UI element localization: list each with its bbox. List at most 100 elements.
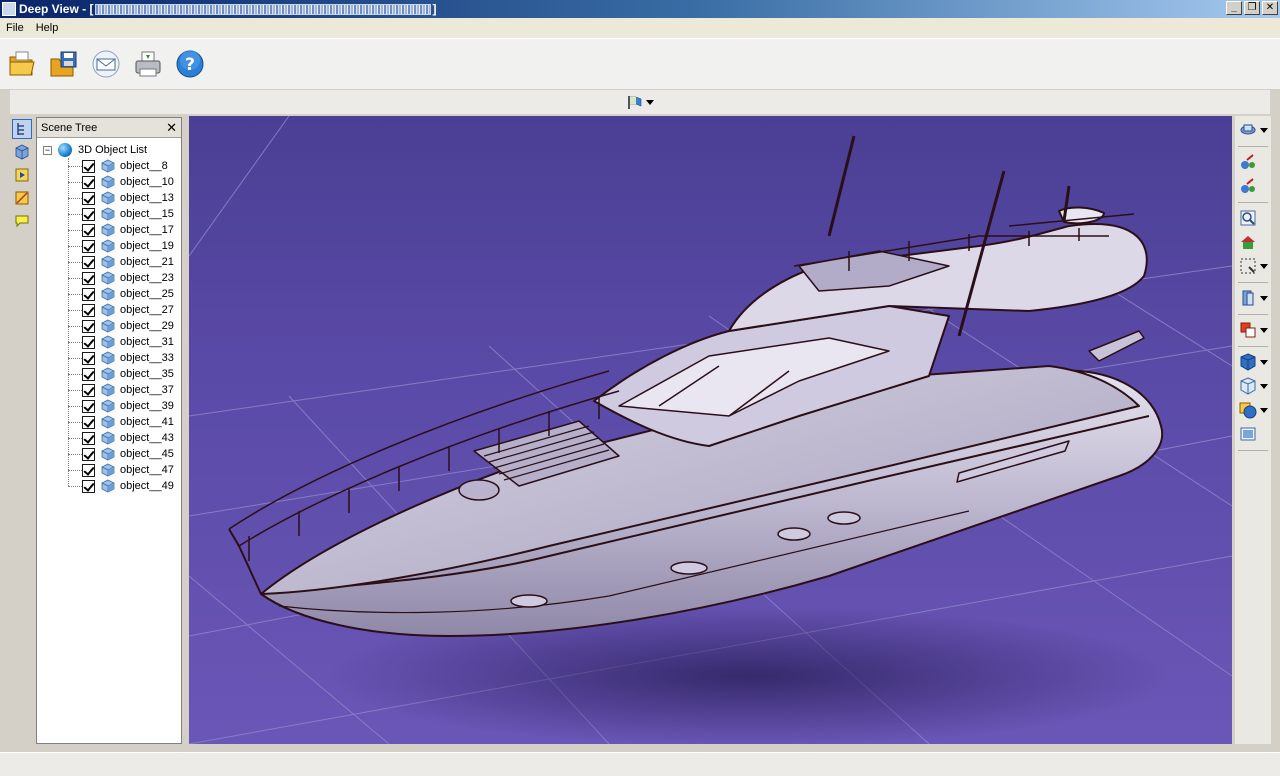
- comment-button[interactable]: [12, 211, 32, 231]
- visibility-checkbox[interactable]: [82, 175, 95, 189]
- zoom-window-button[interactable]: [1239, 256, 1269, 276]
- visibility-checkbox[interactable]: [82, 191, 95, 205]
- visibility-checkbox[interactable]: [82, 271, 95, 285]
- scene-tree-button[interactable]: [12, 119, 32, 139]
- tree-item[interactable]: object__37: [37, 382, 181, 398]
- visibility-checkbox[interactable]: [82, 255, 95, 269]
- tree-root[interactable]: − 3D Object List: [37, 142, 181, 158]
- close-button[interactable]: ✕: [1262, 1, 1278, 15]
- home-icon: [1241, 236, 1255, 249]
- close-icon[interactable]: ✕: [166, 121, 177, 134]
- email-button[interactable]: [90, 48, 122, 80]
- tree-item[interactable]: object__43: [37, 430, 181, 446]
- visibility-checkbox[interactable]: [82, 447, 95, 461]
- chevron-down-icon: [1260, 295, 1268, 301]
- scene-tree-header: Scene Tree ✕: [37, 118, 181, 138]
- tree-item[interactable]: object__17: [37, 222, 181, 238]
- open-button[interactable]: [6, 48, 38, 80]
- menu-help[interactable]: Help: [30, 22, 65, 34]
- wireframe-button[interactable]: [1239, 376, 1269, 396]
- visibility-checkbox[interactable]: [82, 159, 95, 173]
- animation-icon: [15, 168, 29, 182]
- window-title-suffix: ]: [432, 2, 437, 16]
- visibility-checkbox[interactable]: [82, 479, 95, 493]
- cube-icon: [101, 367, 115, 381]
- scene-tree-title: Scene Tree: [41, 121, 98, 134]
- print-button[interactable]: [132, 48, 164, 80]
- tree-item[interactable]: object__39: [37, 398, 181, 414]
- view-options-dropdown[interactable]: [627, 95, 654, 109]
- visibility-checkbox[interactable]: [82, 399, 95, 413]
- tree-item-label: object__15: [120, 208, 174, 220]
- tree-item-label: object__45: [120, 448, 174, 460]
- materials-button[interactable]: [1239, 400, 1269, 420]
- background-button[interactable]: [1239, 424, 1269, 444]
- visibility-checkbox[interactable]: [82, 383, 95, 397]
- cube-icon: [101, 319, 115, 333]
- visibility-checkbox[interactable]: [82, 463, 95, 477]
- section-button[interactable]: [1239, 288, 1269, 308]
- tree-item[interactable]: object__25: [37, 286, 181, 302]
- visibility-checkbox[interactable]: [82, 335, 95, 349]
- tree-item[interactable]: object__27: [37, 302, 181, 318]
- menu-file[interactable]: File: [0, 22, 30, 34]
- title-bar: Deep View - [ ] _ ❐ ✕: [0, 0, 1280, 18]
- scene-tree-icon: [17, 123, 24, 135]
- view-toolbar: [10, 90, 1270, 114]
- 3d-viewport[interactable]: [189, 116, 1232, 744]
- visibility-checkbox[interactable]: [82, 303, 95, 317]
- separator: [1238, 450, 1268, 451]
- pan-button[interactable]: [1239, 152, 1269, 172]
- home-button[interactable]: [1239, 232, 1269, 252]
- tree-item[interactable]: object__33: [37, 350, 181, 366]
- cube-icon: [101, 175, 115, 189]
- tree-item[interactable]: object__47: [37, 462, 181, 478]
- tree-item[interactable]: object__10: [37, 174, 181, 190]
- tree-item[interactable]: object__29: [37, 318, 181, 334]
- yacht-model: [228, 135, 1164, 637]
- cube-icon: [101, 335, 115, 349]
- tree-item[interactable]: object__23: [37, 270, 181, 286]
- visibility-checkbox[interactable]: [82, 415, 95, 429]
- tree-item[interactable]: object__45: [37, 446, 181, 462]
- shaded-button[interactable]: [1239, 352, 1269, 372]
- visibility-checkbox[interactable]: [82, 239, 95, 253]
- restore-button[interactable]: ❐: [1244, 1, 1260, 15]
- objects-button[interactable]: [12, 142, 32, 162]
- tree-item[interactable]: object__49: [37, 478, 181, 494]
- help-button[interactable]: ?: [174, 48, 206, 80]
- minimize-button[interactable]: _: [1226, 1, 1242, 15]
- visibility-checkbox[interactable]: [82, 287, 95, 301]
- collapse-icon[interactable]: −: [43, 145, 52, 155]
- chevron-down-icon: [1260, 359, 1268, 365]
- rotate-button[interactable]: [1239, 120, 1269, 140]
- tree-item[interactable]: object__35: [37, 366, 181, 382]
- cube-icon: [101, 271, 115, 285]
- visibility-checkbox[interactable]: [82, 431, 95, 445]
- visibility-checkbox[interactable]: [82, 367, 95, 381]
- materials-icon: [1239, 402, 1257, 419]
- display-mode-button[interactable]: [1239, 320, 1269, 340]
- visibility-checkbox[interactable]: [82, 207, 95, 221]
- cube-icon: [15, 144, 29, 160]
- cube-icon: [101, 415, 115, 429]
- cube-icon: [101, 399, 115, 413]
- tree-item[interactable]: object__8: [37, 158, 181, 174]
- tree-item[interactable]: object__21: [37, 254, 181, 270]
- obscured-filename: [95, 3, 432, 15]
- fit-button[interactable]: [1239, 208, 1269, 228]
- tree-item[interactable]: object__31: [37, 334, 181, 350]
- tree-item-label: object__27: [120, 304, 174, 316]
- tree-item[interactable]: object__19: [37, 238, 181, 254]
- tree-item[interactable]: object__41: [37, 414, 181, 430]
- visibility-checkbox[interactable]: [82, 351, 95, 365]
- animation-button[interactable]: [12, 165, 32, 185]
- visibility-checkbox[interactable]: [82, 319, 95, 333]
- measure-button[interactable]: [12, 188, 32, 208]
- main-toolbar: ?: [0, 39, 1280, 89]
- tree-item[interactable]: object__13: [37, 190, 181, 206]
- visibility-checkbox[interactable]: [82, 223, 95, 237]
- tree-item[interactable]: object__15: [37, 206, 181, 222]
- zoom-button[interactable]: [1239, 176, 1269, 196]
- save-button[interactable]: [48, 48, 80, 80]
